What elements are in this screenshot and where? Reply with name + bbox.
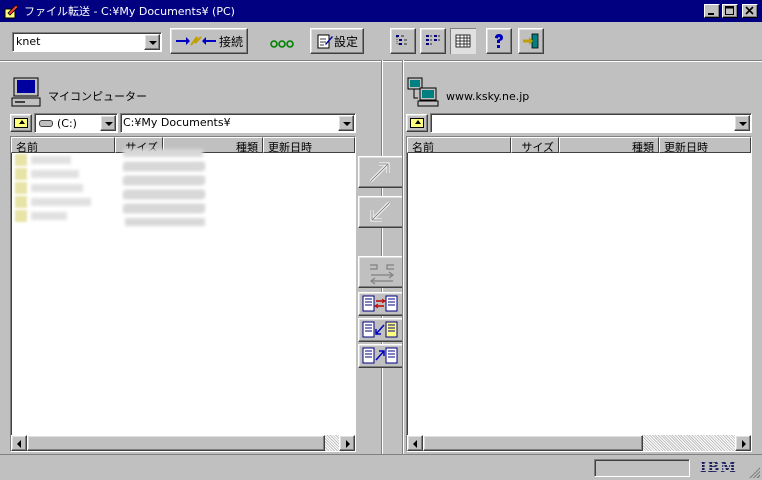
column-name[interactable]: 名前 [11,137,115,153]
remote-pane-title: www.ksky.ne.jp [446,89,530,103]
compare-right-to-left-icon [362,321,398,338]
remote-path-value [431,114,733,132]
exit-button[interactable] [518,28,544,54]
connect-button[interactable]: 接続 [170,28,248,54]
scroll-thumb[interactable] [423,435,643,451]
connect-label: 接続 [218,34,243,49]
local-address-row: (C:) C:¥My Documents¥ [10,112,356,134]
app-icon[interactable] [4,3,20,19]
sync-button[interactable] [358,256,404,288]
remote-list-header: 名前 サイズ 種類 更新日時 [407,137,751,153]
maximize-button[interactable] [722,4,738,18]
toolbar: knet 接続 設定 [0,22,762,60]
column-name[interactable]: 名前 [407,137,511,153]
small-icons-view-button[interactable] [390,28,416,54]
ibm-logo: IBM [700,460,737,476]
pane-separator [402,60,404,454]
compare-right-button[interactable] [358,318,404,342]
file-icon [15,210,27,222]
remote-pane-header: www.ksky.ne.jp [406,72,529,112]
local-pane: マイコンピューター (C:) C:¥My Documents¥ 名前 サイズ 種… [10,62,356,452]
compare-left-right-icon [362,295,398,312]
compare-left-button[interactable] [358,344,404,368]
column-type[interactable]: 種類 [559,137,659,153]
column-date[interactable]: 更新日時 [659,137,751,153]
local-path-select[interactable]: C:¥My Documents¥ [120,113,356,133]
list-view-icon [426,35,440,45]
sync-icon [370,264,394,285]
close-button[interactable] [742,4,758,18]
settings-button[interactable]: 設定 [310,28,364,54]
download-button[interactable] [358,196,404,228]
computer-icon [11,77,41,107]
up-folder-icon [14,118,28,128]
remote-pane: www.ksky.ne.jp 名前 サイズ 種類 更新日時 [406,62,752,452]
profile-value: knet [16,35,41,48]
scroll-left-icon[interactable] [407,435,423,451]
file-icon [15,168,27,180]
scroll-left-icon[interactable] [11,435,27,451]
scroll-right-icon[interactable] [735,435,751,451]
scroll-right-icon[interactable] [339,435,355,451]
download-icon [370,201,391,222]
remote-path-select[interactable] [430,113,752,133]
local-pane-header: マイコンピューター [10,72,147,112]
chevron-down-icon[interactable] [144,34,160,50]
list-view-button[interactable] [420,28,446,54]
local-pane-title: マイコンピューター [48,90,147,103]
network-computers-icon [407,77,439,107]
scroll-track[interactable] [423,435,735,451]
list-item[interactable] [11,205,355,226]
column-size[interactable]: サイズ [511,137,559,153]
drive-value: (C:) [57,116,77,130]
resize-grip-icon[interactable] [748,466,760,478]
local-horizontal-scrollbar[interactable] [11,435,355,451]
remote-file-list[interactable]: 名前 サイズ 種類 更新日時 [406,136,752,452]
profile-select[interactable]: knet [12,32,162,52]
up-folder-button[interactable] [406,114,428,132]
column-date[interactable]: 更新日時 [263,137,355,153]
edit-settings-icon [317,34,333,49]
up-folder-icon [410,118,424,128]
upload-button[interactable] [358,156,404,188]
connect-arrows-icon [175,36,216,46]
small-icons-view-icon [396,35,407,45]
scroll-thumb[interactable] [27,435,325,451]
status-field [594,459,690,477]
minimize-button[interactable] [704,4,720,18]
file-icon [15,196,27,208]
chevron-down-icon[interactable] [734,115,750,131]
file-icon [15,154,27,166]
help-button[interactable] [486,28,512,54]
status-dots-icon [270,38,294,48]
upload-icon [369,162,390,183]
scroll-track[interactable] [27,435,339,451]
up-folder-button[interactable] [10,114,32,132]
status-bar: IBM [0,454,762,480]
help-icon [495,34,503,48]
exit-icon [523,33,539,49]
local-path-value: C:¥My Documents¥ [123,116,231,129]
settings-label: 設定 [333,34,358,49]
detail-view-button[interactable] [450,28,476,54]
remote-horizontal-scrollbar[interactable] [407,435,751,451]
file-icon [15,182,27,194]
remote-address-row [406,112,752,134]
compare-both-button[interactable] [358,292,404,316]
local-file-list[interactable]: 名前 サイズ 種類 更新日時 [10,136,356,452]
drive-icon [39,119,53,127]
compare-left-to-right-icon [362,347,398,364]
title-bar: ファイル転送 - C:¥My Documents¥ (PC) [0,0,762,22]
chevron-down-icon[interactable] [338,115,354,131]
detail-view-icon [455,34,471,48]
window-title: ファイル転送 - C:¥My Documents¥ (PC) [24,5,235,18]
chevron-down-icon[interactable] [100,115,116,131]
transfer-strip [358,62,404,452]
drive-select[interactable]: (C:) [34,113,118,133]
